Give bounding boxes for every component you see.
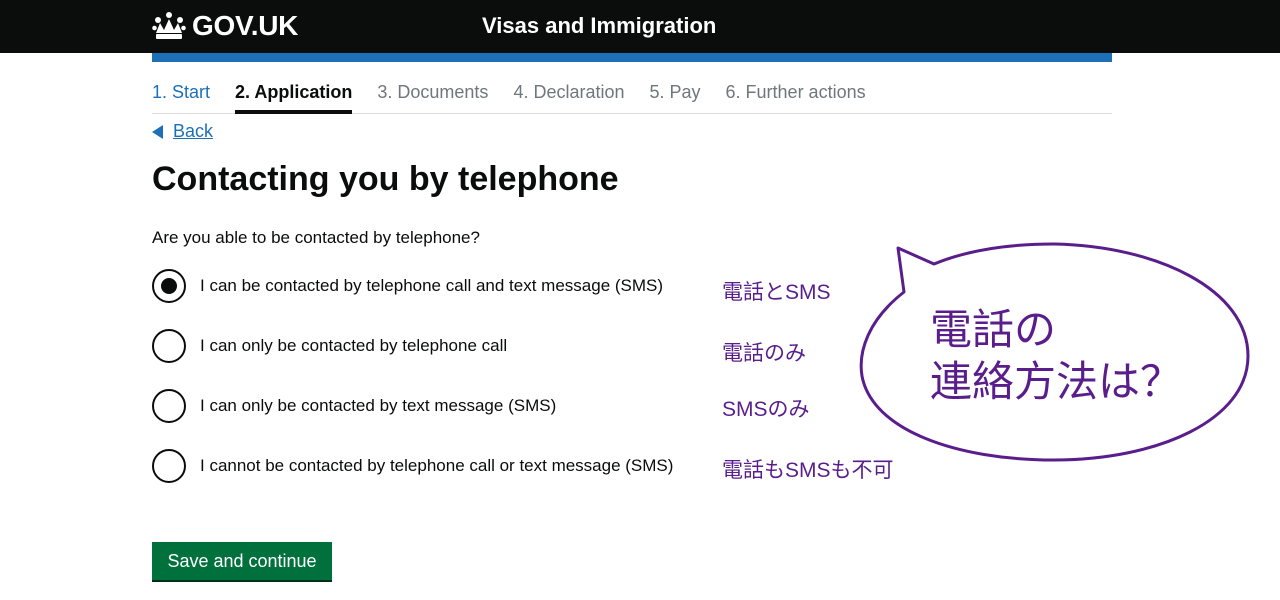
annotation-call-and-sms: 電話とSMS xyxy=(722,281,831,304)
page-title: Contacting you by telephone xyxy=(152,160,619,198)
radio-button-call-and-sms[interactable] xyxy=(152,269,186,303)
govuk-logo-link[interactable]: GOV.UK xyxy=(152,10,298,42)
back-link[interactable]: Back xyxy=(152,121,213,142)
step-further-actions: 6. Further actions xyxy=(725,82,866,102)
radio-option-sms-only[interactable]: I can only be contacted by text message … xyxy=(152,386,556,426)
annotation-call-only: 電話のみ xyxy=(722,342,806,365)
radio-option-call-only[interactable]: I can only be contacted by telephone cal… xyxy=(152,326,507,366)
radio-button-call-only[interactable] xyxy=(152,329,186,363)
question-legend: Are you able to be contacted by telephon… xyxy=(152,228,480,247)
header-accent-bar xyxy=(152,53,1112,62)
step-start[interactable]: 1. Start xyxy=(152,80,210,110)
site-header: GOV.UK Visas and Immigration xyxy=(0,0,1280,53)
radio-button-no-contact[interactable] xyxy=(152,449,186,483)
radio-option-no-contact[interactable]: I cannot be contacted by telephone call … xyxy=(152,446,673,486)
radio-label-no-contact[interactable]: I cannot be contacted by telephone call … xyxy=(200,456,673,476)
radio-option-call-and-sms[interactable]: I can be contacted by telephone call and… xyxy=(152,266,663,306)
back-link-label: Back xyxy=(173,121,214,141)
back-arrow-icon xyxy=(152,124,163,139)
radio-label-call-and-sms[interactable]: I can be contacted by telephone call and… xyxy=(200,276,663,296)
save-and-continue-button[interactable]: Save and continue xyxy=(152,542,332,580)
speech-bubble-text: 電話の 連絡方法は？ xyxy=(930,304,1182,408)
speech-bubble-line-2: 連絡方法は？ xyxy=(930,358,1183,405)
step-application: 2. Application xyxy=(235,80,353,114)
speech-bubble-line-1: 電話の xyxy=(930,306,1057,353)
step-pay: 5. Pay xyxy=(649,82,701,102)
crown-icon xyxy=(152,12,186,39)
annotation-sms-only: SMSのみ xyxy=(722,398,810,421)
step-declaration: 4. Declaration xyxy=(513,82,625,102)
service-name-link[interactable]: Visas and Immigration xyxy=(482,13,716,39)
radio-label-sms-only[interactable]: I can only be contacted by text message … xyxy=(200,396,556,416)
step-navigation: 1. Start 2. Application 3. Documents 4. … xyxy=(152,80,1112,114)
step-documents: 3. Documents xyxy=(377,82,489,102)
radio-label-call-only[interactable]: I can only be contacted by telephone cal… xyxy=(200,336,507,356)
radio-button-sms-only[interactable] xyxy=(152,389,186,423)
brand-text: GOV.UK xyxy=(192,10,299,41)
